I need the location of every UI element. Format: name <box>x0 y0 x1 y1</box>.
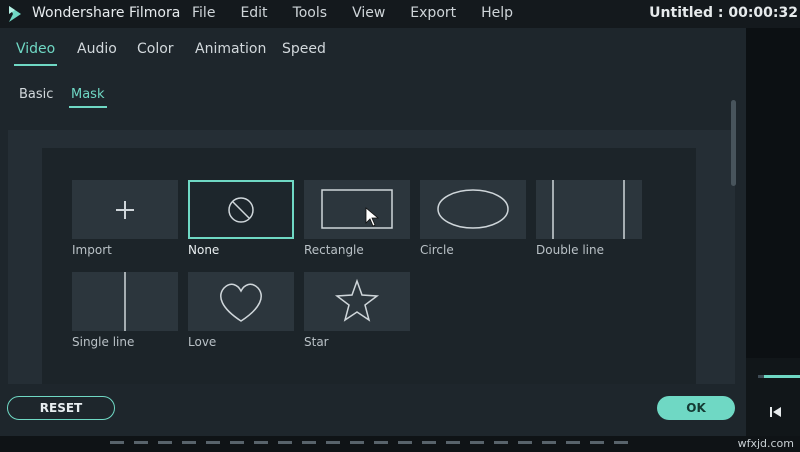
mask-item-rectangle[interactable]: Rectangle <box>304 180 410 265</box>
clip-settings-panel: Video Audio Color Animation Speed Basic … <box>0 28 746 436</box>
mask-label: None <box>188 243 220 257</box>
tab-color[interactable]: Color <box>137 41 174 57</box>
mask-item-circle[interactable]: Circle <box>420 180 526 265</box>
mask-tile[interactable] <box>72 180 178 239</box>
tab-speed[interactable]: Speed <box>282 41 326 57</box>
mask-scrollbar[interactable] <box>731 100 736 186</box>
menu-tools[interactable]: Tools <box>293 5 328 21</box>
playback-progress-fill <box>764 375 800 378</box>
mask-label: Rectangle <box>304 243 364 257</box>
mask-gallery: Import None Rectangle Circle Double line… <box>8 130 735 384</box>
single-line-icon <box>124 272 126 331</box>
subtab-basic[interactable]: Basic <box>19 87 53 102</box>
mask-label: Star <box>304 335 329 349</box>
reset-button[interactable]: RESET <box>7 396 115 420</box>
mask-item-love[interactable]: Love <box>188 272 294 357</box>
active-tab-indicator <box>14 64 57 66</box>
mask-label: Single line <box>72 335 135 349</box>
rectangle-icon <box>321 189 393 229</box>
step-back-icon[interactable] <box>770 406 782 418</box>
timeline-hint <box>110 441 630 444</box>
menu-view[interactable]: View <box>352 5 385 21</box>
menu-export[interactable]: Export <box>410 5 456 21</box>
mask-item-import[interactable]: Import <box>72 180 178 265</box>
heart-icon <box>220 283 262 322</box>
mask-tile[interactable] <box>304 272 410 331</box>
filmora-logo-icon <box>9 6 21 22</box>
tab-animation[interactable]: Animation <box>195 41 266 57</box>
star-icon <box>334 278 380 322</box>
active-subtab-indicator <box>69 106 107 108</box>
preview-panel <box>746 28 800 436</box>
mask-label: Love <box>188 335 217 349</box>
title-bar: Wondershare Filmora File Edit Tools View… <box>0 0 800 28</box>
menu-help[interactable]: Help <box>481 5 513 21</box>
mask-tile-selected[interactable] <box>188 180 294 239</box>
mask-tile[interactable] <box>420 180 526 239</box>
mask-grid: Import None Rectangle Circle Double line… <box>42 148 696 384</box>
property-tabs: Video Audio Color Animation Speed <box>0 28 746 68</box>
mask-tile[interactable] <box>72 272 178 331</box>
video-subtabs: Basic Mask <box>0 84 746 114</box>
no-mask-icon <box>228 197 254 223</box>
menu-bar: File Edit Tools View Export Help <box>192 5 538 21</box>
menu-edit[interactable]: Edit <box>240 5 267 21</box>
mask-tile[interactable] <box>304 180 410 239</box>
mask-label: Import <box>72 243 112 257</box>
double-line-icon <box>552 180 625 239</box>
document-title: Untitled : 00:00:32 <box>649 5 798 21</box>
app-name: Wondershare Filmora <box>32 5 181 21</box>
mask-label: Circle <box>420 243 454 257</box>
mask-item-double-line[interactable]: Double line <box>536 180 642 265</box>
subtab-mask[interactable]: Mask <box>71 87 104 102</box>
plus-icon <box>116 201 134 219</box>
watermark: wfxjd.com <box>737 437 794 450</box>
mask-tile[interactable] <box>188 272 294 331</box>
mask-item-single-line[interactable]: Single line <box>72 272 178 357</box>
preview-viewport <box>746 28 800 358</box>
ellipse-icon <box>437 189 509 229</box>
mask-item-none[interactable]: None <box>188 180 294 265</box>
mask-label: Double line <box>536 243 604 257</box>
ok-button[interactable]: OK <box>657 396 735 420</box>
mask-tile[interactable] <box>536 180 642 239</box>
tab-video[interactable]: Video <box>16 41 55 57</box>
mask-item-star[interactable]: Star <box>304 272 410 357</box>
bottom-strip: wfxjd.com <box>0 436 800 452</box>
tab-audio[interactable]: Audio <box>77 41 117 57</box>
menu-file[interactable]: File <box>192 5 215 21</box>
